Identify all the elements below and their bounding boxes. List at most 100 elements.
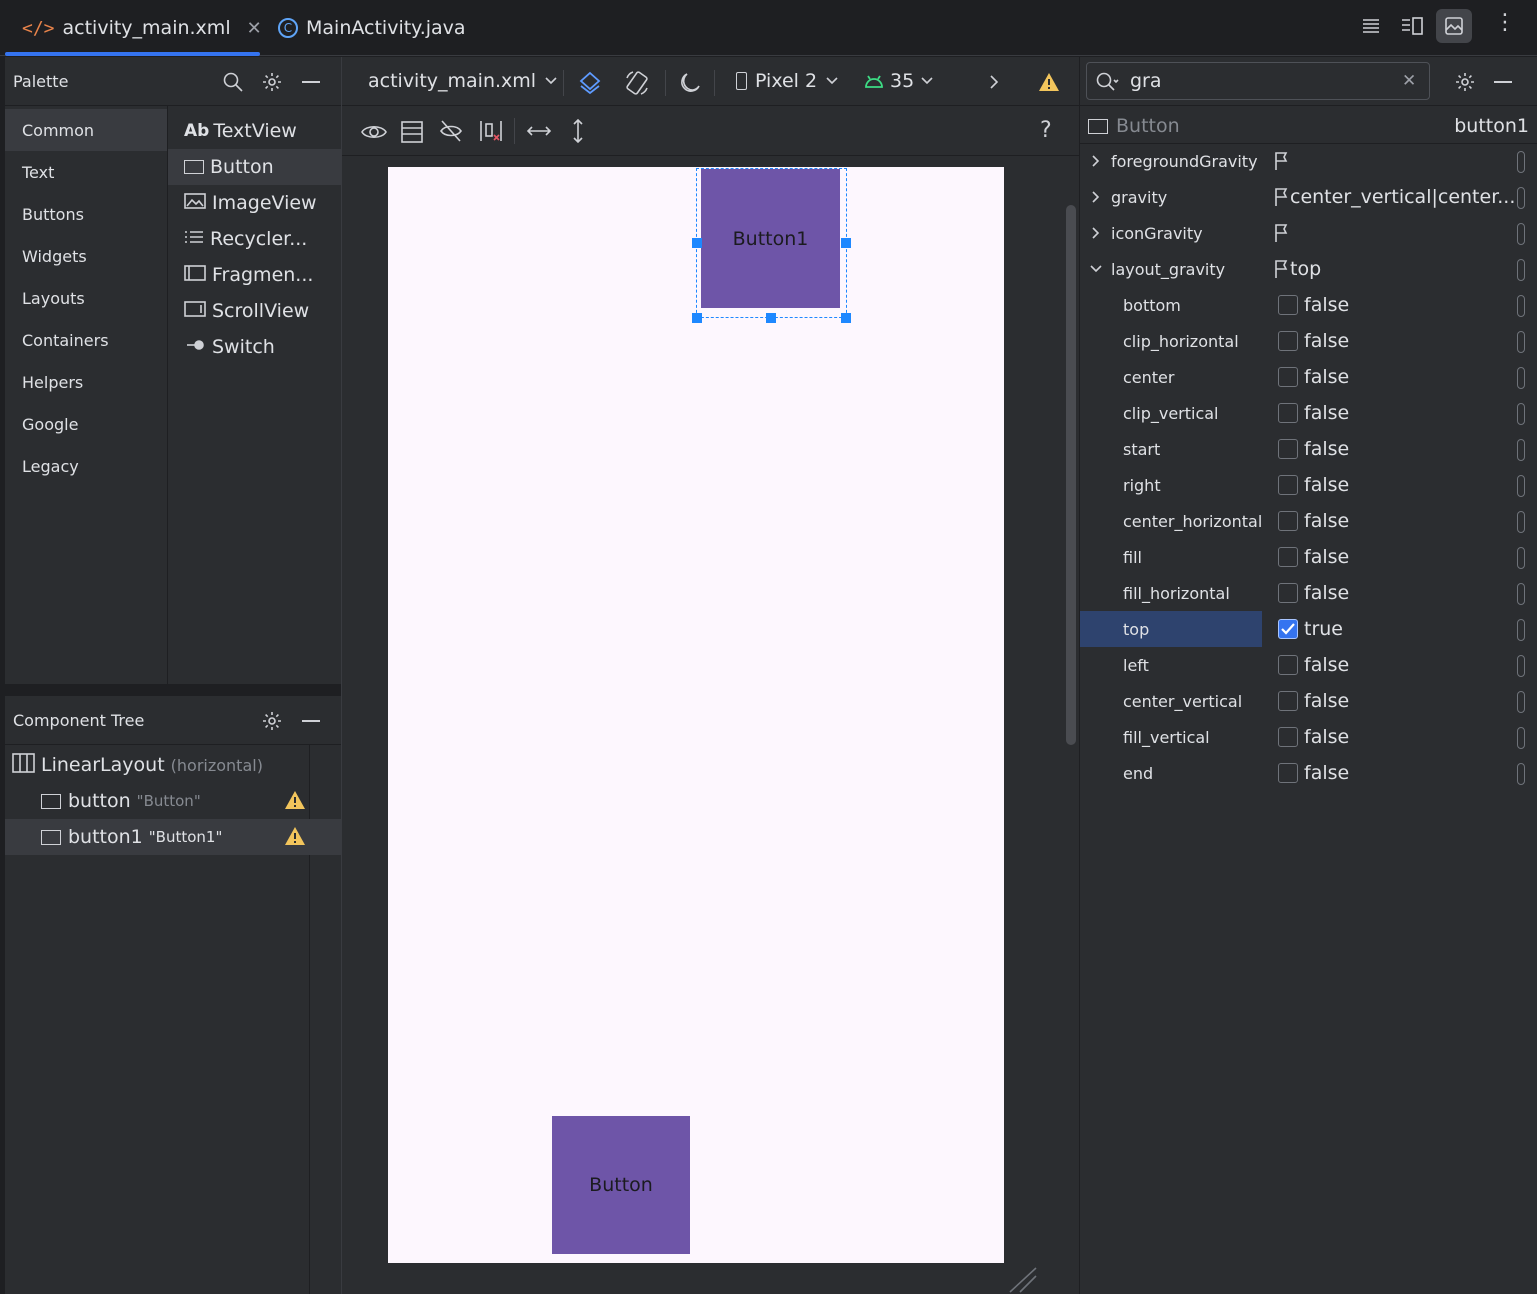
checkbox[interactable] <box>1278 655 1298 675</box>
checkbox[interactable] <box>1278 439 1298 459</box>
gear-icon[interactable] <box>261 710 283 736</box>
palette-category-text[interactable]: Text <box>5 151 167 193</box>
attribute-value[interactable]: false <box>1278 395 1349 431</box>
palette-category-legacy[interactable]: Legacy <box>5 445 167 487</box>
attribute-value[interactable] <box>1274 215 1290 251</box>
resource-picker-icon[interactable] <box>1517 763 1525 785</box>
checkbox[interactable] <box>1278 691 1298 711</box>
resize-grip-icon[interactable] <box>1008 1266 1038 1294</box>
attribute-value[interactable]: top <box>1274 251 1321 287</box>
attribute-value[interactable]: center_vertical|center... <box>1274 179 1515 215</box>
attribute-value[interactable]: false <box>1278 287 1349 323</box>
api-level-selector[interactable]: 35 <box>864 70 934 92</box>
attribute-row-left[interactable]: left false <box>1080 647 1537 683</box>
warning-icon[interactable] <box>284 826 306 851</box>
resource-picker-icon[interactable] <box>1517 187 1525 209</box>
clear-icon[interactable]: ✕ <box>1402 71 1416 91</box>
checkbox[interactable] <box>1278 403 1298 423</box>
attribute-row-clip-vertical[interactable]: clip_vertical false <box>1080 395 1537 431</box>
attribute-row-start[interactable]: start false <box>1080 431 1537 467</box>
resource-picker-icon[interactable] <box>1517 475 1525 497</box>
code-view-icon[interactable] <box>1360 15 1382 41</box>
attribute-row-center-horizontal[interactable]: center_horizontal false <box>1080 503 1537 539</box>
attribute-value[interactable]: false <box>1278 539 1349 575</box>
attribute-value[interactable]: true <box>1278 611 1343 647</box>
file-selector[interactable]: activity_main.xml <box>368 70 558 92</box>
minimize-icon[interactable] <box>302 720 320 722</box>
tree-item-button1[interactable]: button1 "Button1" <box>5 819 341 855</box>
canvas-button[interactable]: Button <box>552 1116 690 1254</box>
attribute-row-layout-gravity[interactable]: layout_gravity top <box>1080 251 1537 287</box>
resource-picker-icon[interactable] <box>1517 655 1525 677</box>
tree-item-button[interactable]: button "Button" <box>5 783 341 819</box>
attribute-row-top[interactable]: top true <box>1080 611 1537 647</box>
resource-picker-icon[interactable] <box>1517 151 1525 173</box>
canvas-scrollbar[interactable] <box>1066 205 1076 745</box>
attribute-row-gravity[interactable]: gravity center_vertical|center... <box>1080 179 1537 215</box>
resource-picker-icon[interactable] <box>1517 259 1525 281</box>
attribute-value[interactable]: false <box>1278 647 1349 683</box>
resource-picker-icon[interactable] <box>1517 367 1525 389</box>
resource-picker-icon[interactable] <box>1517 583 1525 605</box>
checkbox[interactable] <box>1278 475 1298 495</box>
panel-splitter[interactable] <box>5 684 341 696</box>
attribute-row-center[interactable]: center false <box>1080 359 1537 395</box>
resource-picker-icon[interactable] <box>1517 403 1525 425</box>
checkbox[interactable] <box>1278 763 1298 783</box>
attribute-row-center-vertical[interactable]: center_vertical false <box>1080 683 1537 719</box>
palette-item-switch[interactable]: Switch <box>168 329 341 365</box>
resize-handle-right[interactable] <box>841 238 851 248</box>
attribute-value[interactable]: false <box>1278 719 1349 755</box>
expand-vertical-icon[interactable] <box>568 118 588 148</box>
warning-icon[interactable] <box>284 790 306 815</box>
chevron-down-icon[interactable] <box>1089 262 1103 276</box>
palette-item-textview[interactable]: Ab TextView <box>168 113 341 149</box>
resource-picker-icon[interactable] <box>1517 295 1525 317</box>
minimize-icon[interactable] <box>1494 81 1512 83</box>
resource-picker-icon[interactable] <box>1517 619 1525 641</box>
attribute-value[interactable]: false <box>1278 323 1349 359</box>
attribute-row-clip-horizontal[interactable]: clip_horizontal false <box>1080 323 1537 359</box>
resize-handle-bottom[interactable] <box>766 313 776 323</box>
orientation-icon[interactable] <box>624 70 652 100</box>
checkbox[interactable] <box>1278 367 1298 387</box>
chevron-right-icon[interactable] <box>1089 226 1103 240</box>
more-options-icon[interactable]: ⋮ <box>1494 12 1516 34</box>
attribute-value[interactable]: false <box>1278 683 1349 719</box>
resize-handle-bottom-left[interactable] <box>692 313 702 323</box>
checkbox[interactable] <box>1278 547 1298 567</box>
margin-icon[interactable] <box>478 118 504 148</box>
attribute-row-icongravity[interactable]: iconGravity <box>1080 215 1537 251</box>
checkbox[interactable] <box>1278 619 1298 639</box>
palette-category-buttons[interactable]: Buttons <box>5 193 167 235</box>
attribute-row-right[interactable]: right false <box>1080 467 1537 503</box>
resource-picker-icon[interactable] <box>1517 511 1525 533</box>
checkbox[interactable] <box>1278 331 1298 351</box>
attribute-row-bottom[interactable]: bottom false <box>1080 287 1537 323</box>
palette-item-button[interactable]: Button <box>168 149 341 185</box>
resize-handle-bottom-right[interactable] <box>841 313 851 323</box>
attribute-row-fill[interactable]: fill false <box>1080 539 1537 575</box>
gear-icon[interactable] <box>261 71 283 97</box>
gear-icon[interactable] <box>1454 71 1476 97</box>
palette-item-scrollview[interactable]: ScrollView <box>168 293 341 329</box>
design-view-icon[interactable] <box>1436 9 1472 43</box>
palette-item-fragment[interactable]: Fragmen... <box>168 257 341 293</box>
chevron-right-icon[interactable] <box>988 74 1000 94</box>
attribute-row-foregroundgravity[interactable]: foregroundGravity <box>1080 143 1537 179</box>
tree-item-linearlayout[interactable]: LinearLayout (horizontal) <box>5 747 341 783</box>
blueprint-icon[interactable] <box>400 120 424 148</box>
checkbox[interactable] <box>1278 583 1298 603</box>
palette-category-helpers[interactable]: Helpers <box>5 361 167 403</box>
checkbox[interactable] <box>1278 727 1298 747</box>
checkbox[interactable] <box>1278 511 1298 531</box>
close-icon[interactable]: ✕ <box>247 18 262 39</box>
night-mode-icon[interactable] <box>676 70 702 100</box>
resize-handle-left[interactable] <box>692 238 702 248</box>
attribute-value[interactable]: false <box>1278 431 1349 467</box>
eye-icon[interactable] <box>360 120 388 148</box>
chevron-right-icon[interactable] <box>1089 154 1103 168</box>
attribute-row-fill-vertical[interactable]: fill_vertical false <box>1080 719 1537 755</box>
minimize-icon[interactable] <box>302 81 320 83</box>
palette-category-common[interactable]: Common <box>5 109 167 151</box>
